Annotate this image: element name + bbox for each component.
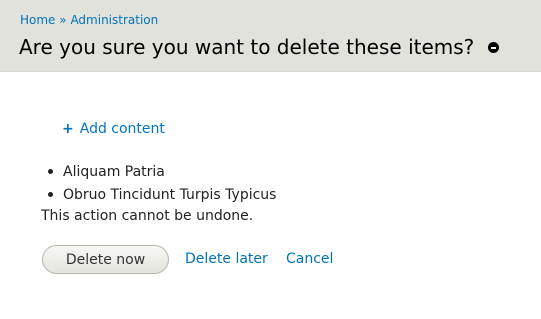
delete-now-button[interactable]: Delete now (42, 245, 169, 274)
bullet-icon (48, 191, 53, 197)
page-title-container: Are you sure you want to delete these it… (19, 35, 500, 59)
breadcrumb: Home » Administration (20, 13, 158, 27)
cancel-link[interactable]: Cancel (286, 251, 333, 267)
breadcrumb-home-link[interactable]: Home (20, 13, 55, 27)
remove-shortcut-icon[interactable] (488, 42, 500, 53)
page-title: Are you sure you want to delete these it… (19, 35, 475, 59)
breadcrumb-separator: » (59, 13, 67, 27)
items-to-delete-list: Aliquam Patria Obruo Tincidunt Turpis Ty… (41, 163, 276, 209)
delete-later-link[interactable]: Delete later (185, 251, 268, 267)
list-item-label: Obruo Tincidunt Turpis Typicus (63, 187, 277, 203)
list-item-label: Aliquam Patria (63, 164, 165, 180)
bullet-icon (48, 168, 53, 174)
plus-icon: + (62, 121, 74, 137)
list-item: Aliquam Patria (41, 163, 276, 186)
warning-text: This action cannot be undone. (41, 208, 254, 224)
list-item: Obruo Tincidunt Turpis Typicus (41, 186, 276, 209)
breadcrumb-administration-link[interactable]: Administration (70, 13, 158, 27)
add-content-link[interactable]: + Add content (62, 121, 165, 137)
page-header: Home » Administration Are you sure you w… (0, 0, 541, 72)
add-content-label: Add content (79, 121, 165, 137)
